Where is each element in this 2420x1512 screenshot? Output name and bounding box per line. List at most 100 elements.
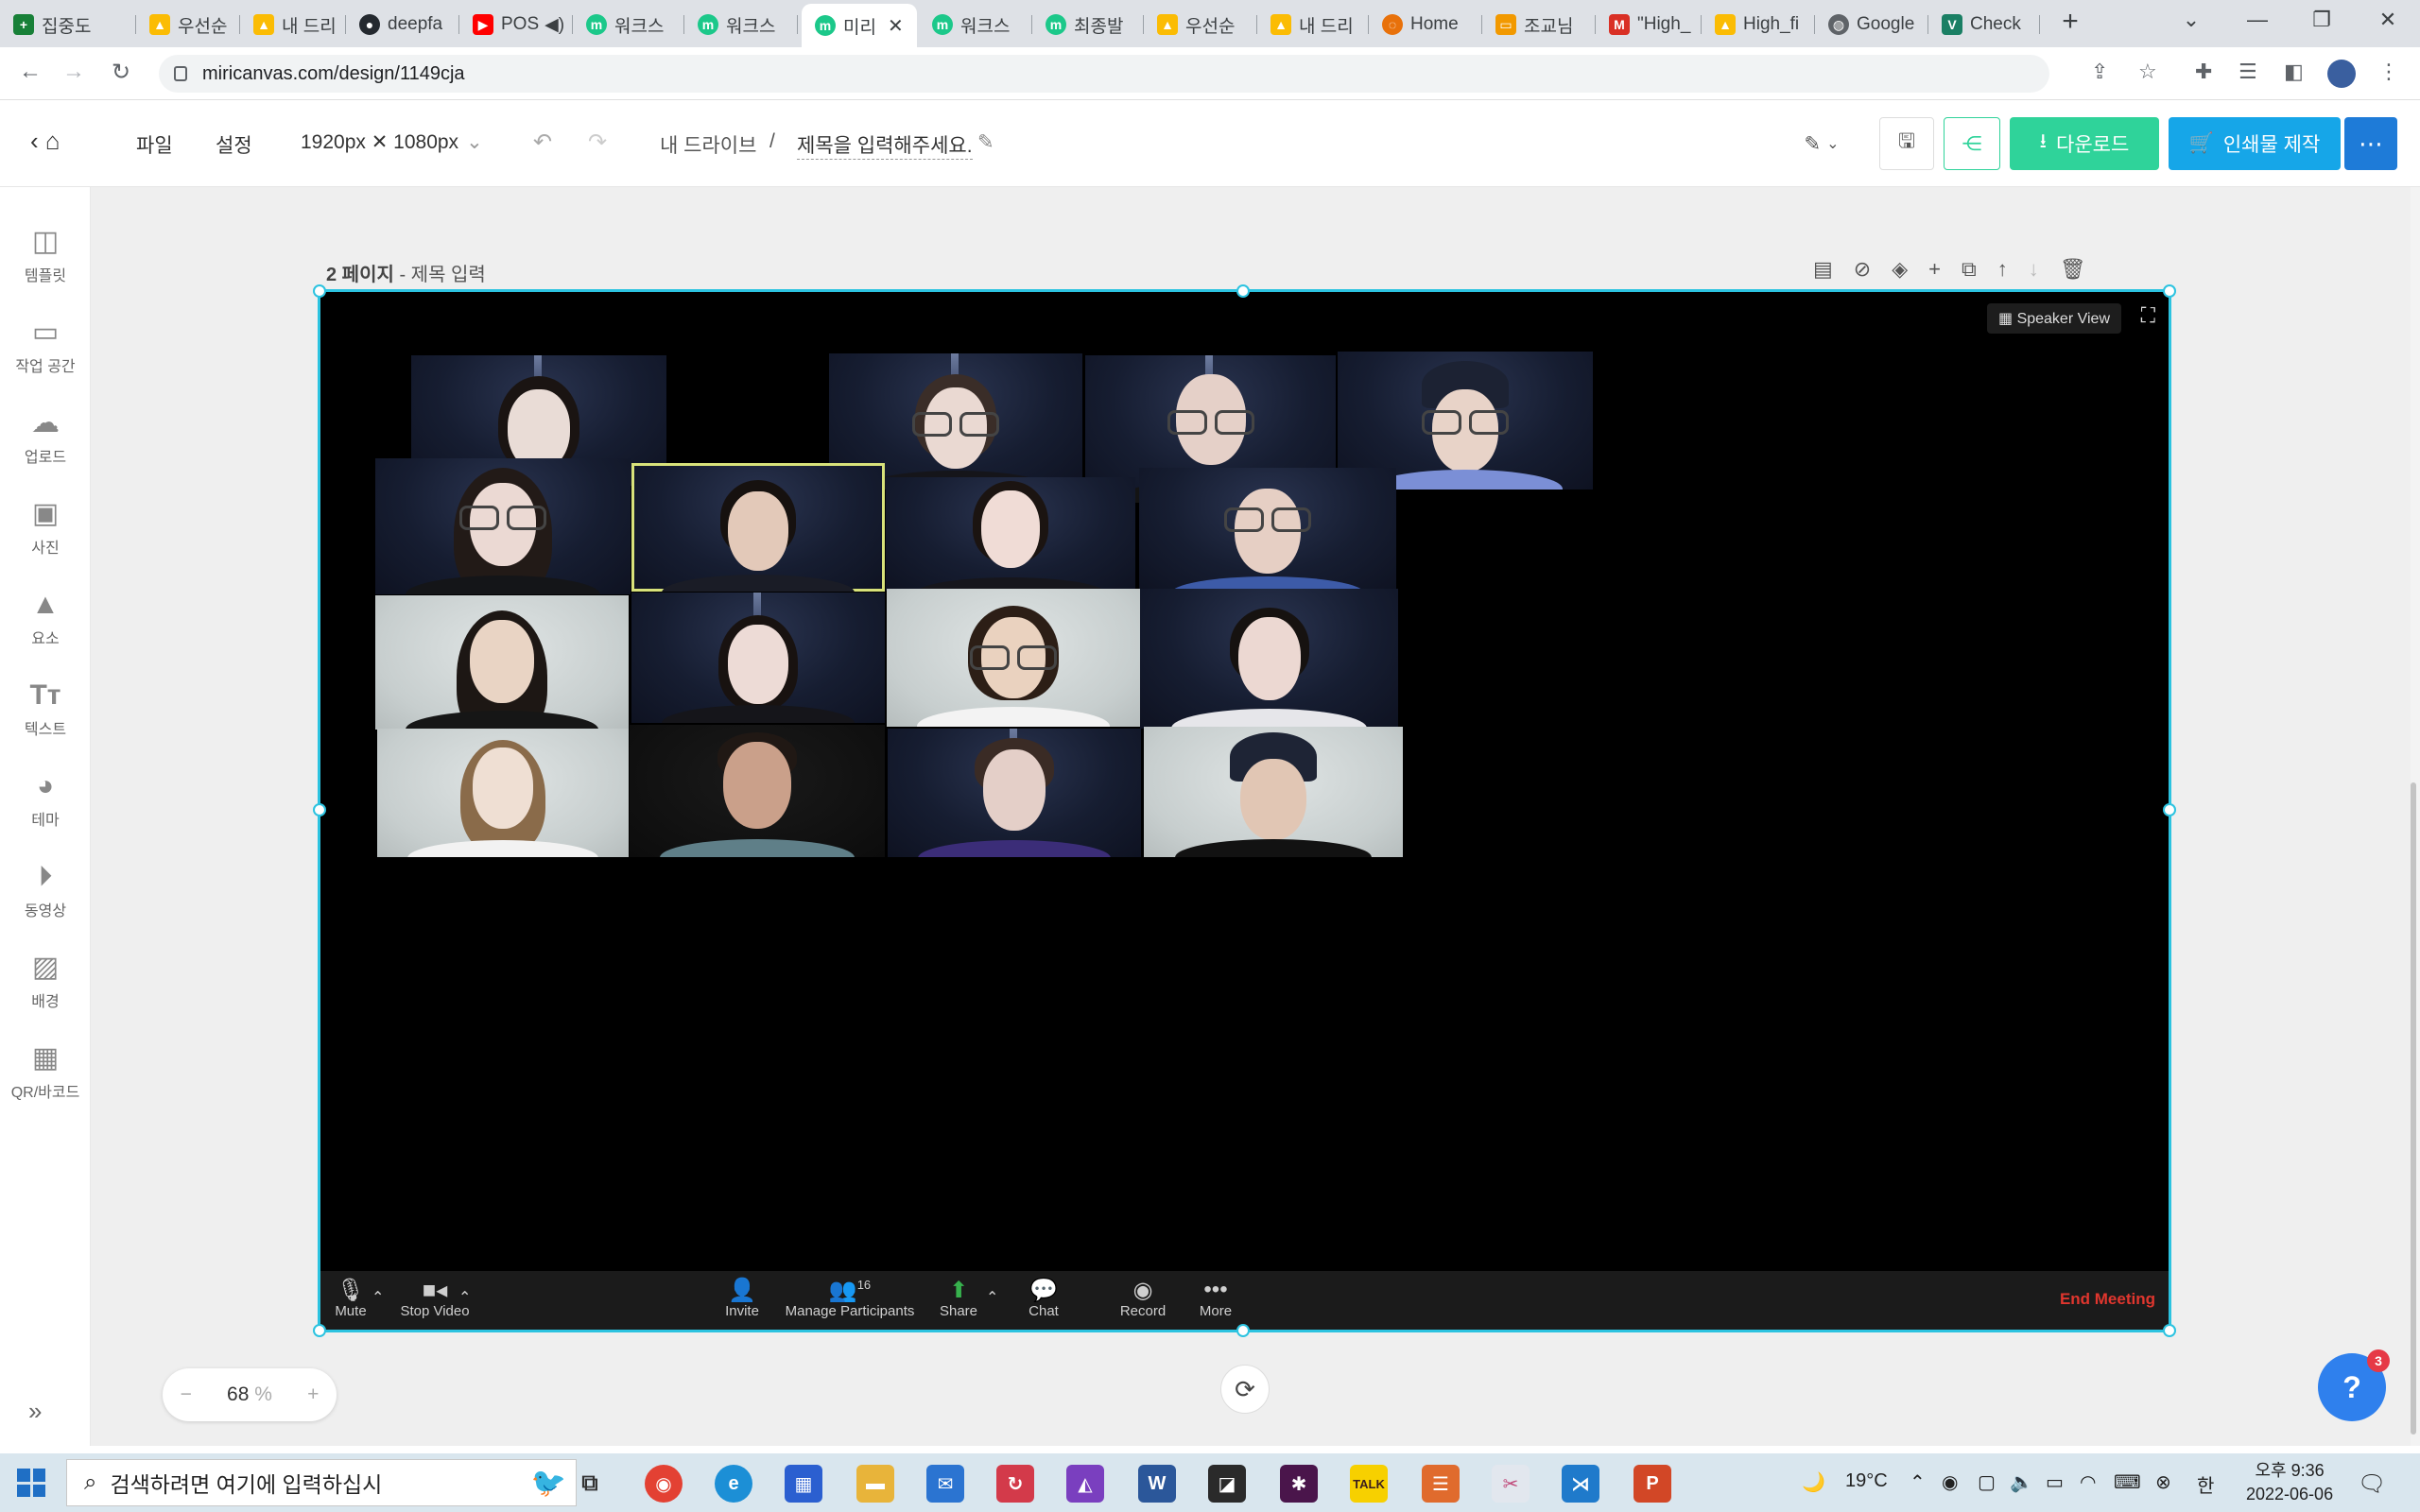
- task-view-icon[interactable]: ⧉: [571, 1465, 609, 1503]
- resize-handle[interactable]: [1236, 284, 1250, 298]
- notifications-icon[interactable]: 🗨: [2358, 1470, 2386, 1498]
- duplicate-page-icon[interactable]: ⧉: [1962, 257, 1977, 282]
- tab-search-icon[interactable]: ⌄: [2172, 8, 2210, 32]
- move-up-icon[interactable]: ↑: [1997, 257, 2008, 282]
- word-icon[interactable]: W: [1138, 1465, 1176, 1503]
- sidebar-item-templates[interactable]: ◫ 템플릿: [0, 225, 91, 285]
- browser-tab[interactable]: m 워크스: [919, 8, 1032, 42]
- sidebar-item-qr[interactable]: ▦ QR/바코드: [0, 1041, 91, 1102]
- pencil-icon[interactable]: ✎: [977, 130, 994, 154]
- windows-start-icon[interactable]: [17, 1469, 45, 1497]
- wifi-icon[interactable]: ◠: [2080, 1470, 2096, 1494]
- print-button[interactable]: 🛒 인쇄물 제작: [2169, 117, 2341, 170]
- edge-icon[interactable]: e: [715, 1465, 752, 1503]
- menu-file[interactable]: 파일: [136, 130, 173, 159]
- visual-studio-icon[interactable]: ◭: [1066, 1465, 1104, 1503]
- menu-settings[interactable]: 설정: [216, 130, 252, 159]
- weather-temperature[interactable]: 19°C: [1845, 1470, 1888, 1492]
- browser-tab[interactable]: M "High_: [1596, 8, 1702, 42]
- powerpoint-icon[interactable]: P: [1634, 1465, 1671, 1503]
- bookmark-star-icon[interactable]: ☆: [2138, 60, 2157, 84]
- side-panel-icon[interactable]: ◧: [2284, 60, 2304, 84]
- hide-page-icon[interactable]: ⊘: [1854, 257, 1871, 282]
- undo-icon[interactable]: ↶: [533, 129, 552, 156]
- chrome-menu-icon[interactable]: ⋮: [2378, 60, 2399, 84]
- sidebar-item-workspace[interactable]: ▭ 작업 공간: [0, 316, 91, 376]
- browser-tab[interactable]: ▶ POS ◀): [459, 8, 573, 42]
- network-off-icon[interactable]: ⊗: [2155, 1470, 2171, 1494]
- omnibox[interactable]: miricanvas.com/design/1149cja: [159, 55, 2049, 93]
- mail-icon[interactable]: ✉: [926, 1465, 964, 1503]
- page-memo-icon[interactable]: ▤: [1813, 257, 1833, 282]
- close-tab-icon[interactable]: ✕: [888, 14, 904, 38]
- share-page-icon[interactable]: ⇪: [2091, 60, 2108, 84]
- browser-tab[interactable]: V Check: [1928, 8, 2040, 42]
- move-down-icon[interactable]: ↓: [2029, 257, 2039, 282]
- more-options-button[interactable]: ⋯: [2344, 117, 2397, 170]
- browser-tab-active[interactable]: m 미리 ✕: [802, 4, 917, 47]
- canvas-size-dropdown[interactable]: 1920px ✕ 1080px ⌄: [301, 130, 483, 154]
- zoom-value-input[interactable]: 68: [227, 1383, 249, 1405]
- reload-icon[interactable]: ↻: [104, 59, 138, 86]
- new-tab-button[interactable]: +: [2051, 6, 2089, 38]
- expand-sidebar-icon[interactable]: »: [28, 1397, 42, 1426]
- profile-avatar[interactable]: [2327, 60, 2356, 88]
- volume-icon[interactable]: 🔈: [2010, 1470, 2033, 1494]
- battery-icon[interactable]: ▭: [2046, 1470, 2064, 1494]
- system-clock[interactable]: 오후 9:36 2022-06-06: [2246, 1459, 2333, 1506]
- back-home-icon[interactable]: ‹ ⌂: [30, 127, 60, 156]
- snipping-tool-icon[interactable]: ✂: [1492, 1465, 1530, 1503]
- zoom-in-button[interactable]: +: [307, 1383, 319, 1406]
- app-icon[interactable]: ☰: [1422, 1465, 1460, 1503]
- browser-tab[interactable]: ▲ 내 드리: [1257, 8, 1369, 42]
- url-text[interactable]: miricanvas.com/design/1149cja: [202, 63, 465, 85]
- draw-tool-dropdown[interactable]: ✎ ⌄: [1789, 117, 1855, 170]
- extensions-icon[interactable]: ✚: [2195, 60, 2212, 84]
- browser-tab[interactable]: m 최종발: [1032, 8, 1144, 42]
- sync-app-icon[interactable]: ↻: [996, 1465, 1034, 1503]
- meet-now-icon[interactable]: ▢: [1978, 1470, 1996, 1494]
- download-button[interactable]: ⭳ 다운로드: [2010, 117, 2159, 170]
- file-explorer-icon[interactable]: ▬: [856, 1465, 894, 1503]
- browser-tab[interactable]: ◌ Home: [1369, 8, 1482, 42]
- close-window-icon[interactable]: ✕: [2369, 8, 2407, 32]
- browser-tab[interactable]: m 워크스: [684, 8, 798, 42]
- restore-icon[interactable]: ❐: [2303, 8, 2341, 32]
- sidebar-item-photos[interactable]: ▣ 사진: [0, 497, 91, 558]
- rotate-handle[interactable]: ⟳: [1220, 1365, 1270, 1414]
- chrome-icon[interactable]: ◉: [645, 1465, 683, 1503]
- record-tray-icon[interactable]: ◉: [1942, 1470, 1958, 1494]
- help-chat-button[interactable]: ? 3: [2318, 1349, 2390, 1421]
- minimize-icon[interactable]: —: [2238, 8, 2276, 32]
- scrollbar-thumb[interactable]: [2411, 782, 2416, 1435]
- resize-handle[interactable]: [313, 1324, 326, 1337]
- resize-handle[interactable]: [313, 803, 326, 816]
- resize-handle[interactable]: [2163, 803, 2176, 816]
- sticky-notes-icon[interactable]: ◪: [1208, 1465, 1246, 1503]
- tray-overflow-icon[interactable]: ⌃: [1910, 1470, 1926, 1494]
- resize-handle[interactable]: [313, 284, 326, 298]
- vertical-scrollbar[interactable]: [2411, 187, 2420, 1446]
- browser-tab[interactable]: ● deepfa: [346, 8, 459, 42]
- sidebar-item-text[interactable]: Tт 텍스트: [0, 679, 91, 739]
- redo-icon[interactable]: ↷: [588, 129, 607, 156]
- weather-icon[interactable]: 🌙: [1802, 1470, 1825, 1494]
- page-fill-icon[interactable]: ◈: [1892, 257, 1908, 282]
- breadcrumb-my-drive[interactable]: 내 드라이브: [660, 130, 756, 159]
- browser-tab[interactable]: ▲ 우선순: [136, 8, 240, 42]
- reading-list-icon[interactable]: ☰: [2238, 60, 2257, 84]
- browser-tab[interactable]: ▲ High_fi: [1702, 8, 1815, 42]
- add-page-icon[interactable]: +: [1928, 257, 1941, 282]
- zoom-out-button[interactable]: −: [181, 1383, 192, 1406]
- sidebar-item-video[interactable]: ⏵ 동영상: [0, 860, 91, 920]
- browser-tab[interactable]: ◍ Google: [1815, 8, 1928, 42]
- slack-icon[interactable]: ✱: [1280, 1465, 1318, 1503]
- resize-handle[interactable]: [2163, 284, 2176, 298]
- design-title-input[interactable]: 제목을 입력해주세요.: [797, 130, 973, 160]
- delete-page-icon[interactable]: 🗑: [2060, 257, 2086, 282]
- keyboard-icon[interactable]: ⌨: [2114, 1470, 2141, 1494]
- back-icon[interactable]: ←: [13, 59, 47, 85]
- selected-design-image[interactable]: ▦ Speaker View ⛶ 🎙 Mute ⌃ ■◂ Stop Video …: [313, 284, 2176, 1337]
- vscode-icon[interactable]: ⋊: [1562, 1465, 1599, 1503]
- forward-icon[interactable]: →: [57, 59, 91, 85]
